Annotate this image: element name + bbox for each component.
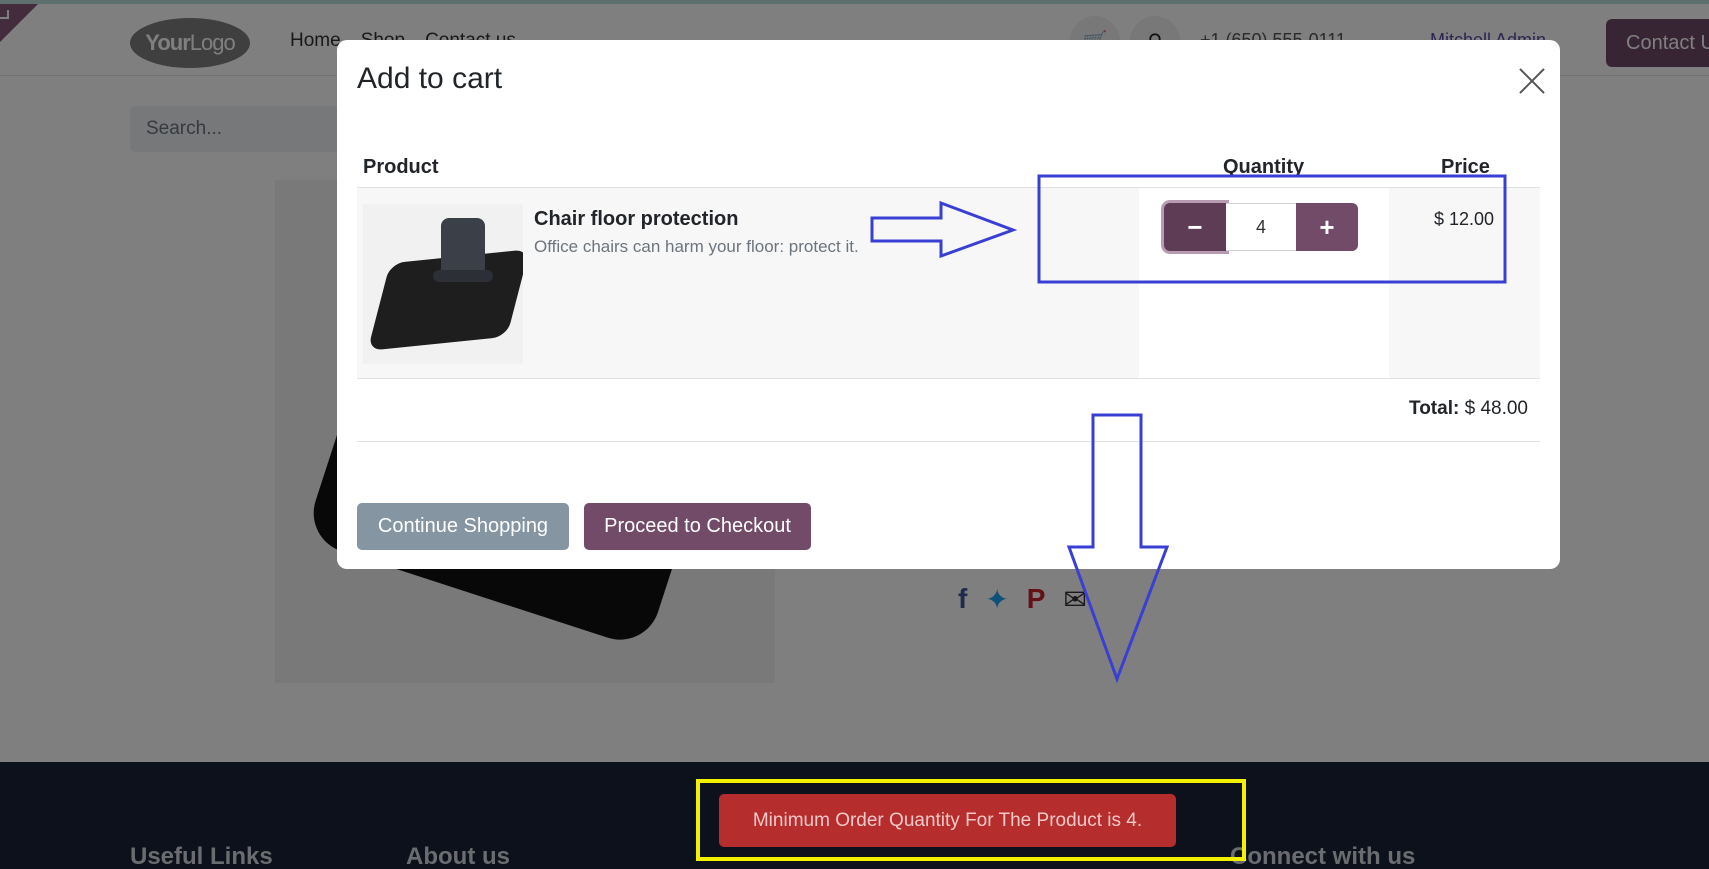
column-price: Price bbox=[1441, 156, 1490, 178]
row-divider bbox=[357, 378, 1540, 379]
column-quantity: Quantity bbox=[1223, 156, 1305, 178]
product-thumbnail bbox=[363, 204, 523, 364]
quantity-input[interactable]: 4 bbox=[1226, 203, 1296, 251]
cart-total: Total: $ 48.00 bbox=[1409, 398, 1528, 419]
minus-icon[interactable]: − bbox=[1164, 203, 1226, 251]
total-divider bbox=[357, 441, 1540, 442]
plus-icon[interactable]: + bbox=[1296, 203, 1358, 251]
product-description: Office chairs can harm your floor: prote… bbox=[534, 237, 859, 256]
column-product: Product bbox=[363, 156, 439, 178]
close-icon[interactable] bbox=[1517, 66, 1547, 96]
modal-title: Add to cart bbox=[357, 62, 503, 95]
product-name: Chair floor protection bbox=[534, 208, 739, 230]
min-quantity-toast: Minimum Order Quantity For The Product i… bbox=[719, 794, 1176, 847]
product-price: $ 12.00 bbox=[1434, 209, 1495, 229]
cart-total-value: $ 48.00 bbox=[1464, 398, 1528, 419]
quantity-stepper: − 4 + bbox=[1164, 203, 1358, 251]
add-to-cart-modal: Add to cart Product Quantity Price Chair… bbox=[337, 40, 1560, 569]
proceed-to-checkout-button[interactable]: Proceed to Checkout bbox=[584, 503, 811, 550]
continue-shopping-button[interactable]: Continue Shopping bbox=[357, 503, 569, 550]
